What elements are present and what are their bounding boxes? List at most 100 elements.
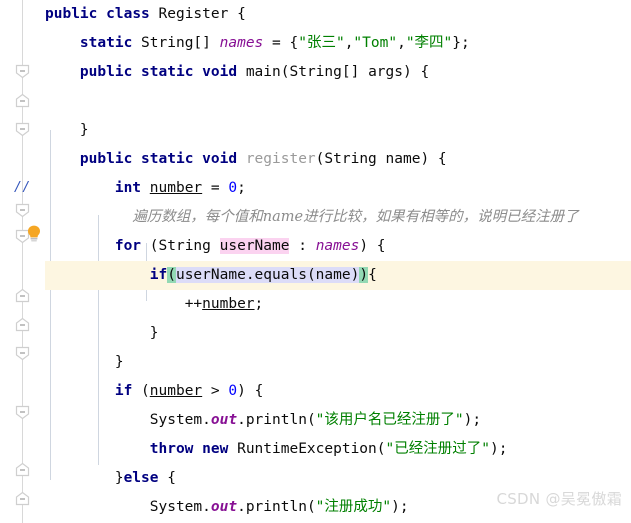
token-string: "注册成功" [315,499,392,515]
token-keyword: if [149,267,168,283]
token-keyword: public [45,6,98,22]
token-string: "该用户名已经注册了" [315,412,464,428]
token-matching-paren-close: ) [359,267,369,283]
token-keyword: public [79,151,133,167]
watermark: CSDN @吴冕傲霜 [496,490,622,508]
token-operator: > [210,383,220,399]
token-brace: { [237,6,246,22]
token-class-system: System [149,412,203,428]
token-brace: }; [452,35,470,51]
code-line[interactable]: public static void register(String name)… [45,145,631,174]
editor-gutter[interactable]: // [0,0,45,523]
token-class-system: System [149,499,203,515]
token-paren: ); [489,441,508,457]
token-keyword: static [141,64,194,80]
token-local-number: number [202,296,255,312]
fold-marker-register-end[interactable] [15,462,30,477]
token-method-equals: equals [254,267,307,283]
code-line[interactable]: System.out.println("该用户名已经注册了"); [45,406,631,435]
token-brace: { [368,267,377,283]
code-line[interactable]: } [45,116,631,145]
token-field-names: names [219,35,264,51]
code-line[interactable]: public static void main(String[] args) { [45,58,631,87]
code-line[interactable]: } [45,319,631,348]
token-keyword: for [114,238,142,254]
token-matching-paren-open: ( [167,267,176,283]
token-dot: . [202,499,211,515]
token-brace: { [167,470,176,486]
token-method-register: register [245,151,316,167]
token-method-println: println [245,412,307,428]
token-method-main: main [245,64,281,80]
fold-marker-for[interactable] [15,203,30,218]
code-line[interactable] [45,87,631,116]
token-type: String[] [289,64,360,80]
token-brace: } [149,325,159,341]
code-line[interactable]: } [45,348,631,377]
token-keyword: new [202,441,229,457]
token-type: String [324,151,377,167]
token-operator: = [210,180,220,196]
token-keyword: static [79,35,133,51]
token-operator: : [298,238,307,254]
token-brace: } [114,470,124,486]
token-brace: } [79,122,89,138]
token-class-name: Register [158,6,229,22]
token-paren: ( [376,441,386,457]
token-field-out: out [210,499,238,515]
token-paren: ( [141,383,150,399]
code-line[interactable]: static String[] names = {"张三","Tom","李四"… [45,29,631,58]
code-content[interactable]: public class Register { static String[] … [45,0,631,523]
token-keyword: void [202,151,238,167]
token-param: name [315,267,351,283]
token-semicolon: ; [237,180,246,196]
token-paren: ); [463,412,482,428]
token-string: "Tom" [353,35,398,51]
fold-marker-else[interactable] [15,405,30,420]
token-keyword: public [79,64,133,80]
token-field-names: names [315,238,360,254]
fold-marker-for-end[interactable] [15,317,30,332]
token-paren: ( [306,267,316,283]
token-paren: ( [306,412,316,428]
token-paren: ) { [237,383,264,399]
token-brace: { [289,35,299,51]
fold-marker-if-end[interactable] [15,288,30,303]
fold-marker-register[interactable] [15,122,30,137]
fold-marker-ifnum[interactable] [15,346,30,361]
token-paren: ); [391,499,409,515]
token-type: String [158,238,211,254]
code-line-highlighted[interactable]: if(userName.equals(name)){ [45,261,631,290]
token-paren: ) { [420,151,447,167]
token-keyword: void [202,64,238,80]
token-operator: ++ [184,296,203,312]
token-brace: } [114,354,124,370]
token-operator: = [272,35,281,51]
code-line[interactable]: public class Register { [45,0,631,29]
token-keyword: class [106,6,150,22]
token-paren: ( [149,238,159,254]
token-keyword: static [141,151,194,167]
token-paren: ) { [402,64,430,80]
token-keyword: throw [149,441,194,457]
token-string: "张三" [298,35,345,51]
code-line[interactable]: ++number; [45,290,631,319]
token-keyword: int [114,180,142,196]
gutter-comment-marker: // [14,180,31,195]
code-editor[interactable]: // public class Register {static String… [0,0,631,523]
code-line[interactable]: for (String userName : names) { [45,232,631,261]
intention-bulb-icon[interactable] [26,225,42,243]
token-param: args [368,64,403,80]
fold-marker-main[interactable] [15,64,30,79]
token-method-println: println [245,499,307,515]
token-keyword: if [114,383,133,399]
fold-marker-main-end[interactable] [15,93,30,108]
code-line-comment[interactable]: 遍历数组，每个值和name进行比较，如果有相等的，说明已经注册了 [45,203,631,232]
code-line[interactable]: if (number > 0) { [45,377,631,406]
token-comment: 遍历数组，每个值和name进行比较，如果有相等的，说明已经注册了 [132,209,579,225]
code-line[interactable]: throw new RuntimeException("已经注册过了"); [45,435,631,464]
code-line[interactable]: int number = 0; [45,174,631,203]
token-number-literal: 0 [228,180,238,196]
token-dot: . [202,412,211,428]
fold-marker-class-end[interactable] [15,491,30,506]
